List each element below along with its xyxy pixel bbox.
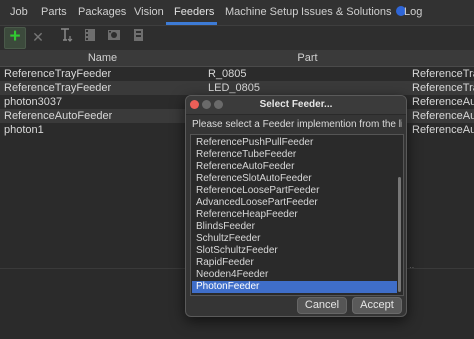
list-item[interactable]: SlotSchultzFeeder [192, 245, 397, 257]
list-item[interactable]: BlindsFeeder [192, 221, 397, 233]
list-item-selected[interactable]: PhotonFeeder [192, 281, 397, 293]
tab-log[interactable]: Log [404, 0, 422, 26]
list-item[interactable]: ReferenceAutoFeeder [192, 161, 397, 173]
camera-feeder-icon [108, 30, 120, 40]
list-item[interactable]: ReferenceHeapFeeder [192, 209, 397, 221]
move-camera-button[interactable] [104, 27, 124, 47]
window-zoom-icon[interactable] [214, 100, 223, 109]
nozzle-pick-icon [61, 28, 73, 42]
active-tab-indicator [166, 22, 217, 25]
list-item[interactable]: ReferenceTubeFeeder [192, 149, 397, 161]
cell-type: ReferenceAutoF [412, 124, 474, 136]
window-close-icon[interactable] [190, 100, 199, 109]
tab-issues-solutions[interactable]: Issues & Solutions [301, 0, 406, 26]
cell-part: R_0805 [208, 68, 247, 80]
split-pane-handle[interactable]: ·· [409, 264, 417, 272]
tab-parts[interactable]: Parts [41, 0, 67, 26]
cell-name: photon1 [4, 124, 44, 136]
tab-bar: Job Parts Packages Vision Feeders Machin… [0, 0, 474, 26]
list-item[interactable]: ReferenceSlotAutoFeeder [192, 173, 397, 185]
column-header-name[interactable]: Name [0, 50, 206, 67]
list-item[interactable]: AdvancedLoosePartFeeder [192, 197, 397, 209]
cell-name: ReferenceAutoFeeder [4, 110, 113, 122]
select-feeder-dialog: Select Feeder... Please select a Feeder … [185, 95, 407, 317]
tab-job[interactable]: Job [10, 0, 28, 26]
feed-button[interactable] [80, 27, 100, 47]
tab-vision[interactable]: Vision [134, 0, 164, 26]
cell-name: photon3037 [4, 96, 63, 108]
plus-icon: + [9, 26, 21, 47]
film-strip-icon [85, 29, 95, 41]
dialog-message: Please select a Feeder implemention from… [192, 119, 402, 130]
cancel-button[interactable]: Cancel [297, 297, 347, 314]
list-item[interactable]: Neoden4Feeder [192, 269, 397, 281]
pick-button[interactable] [56, 27, 76, 47]
cell-name: ReferenceTrayFeeder [4, 68, 112, 80]
cell-name: ReferenceTrayFeeder [4, 82, 112, 94]
cell-type: ReferenceAutoF [412, 110, 474, 122]
list-scrollbar[interactable] [398, 177, 401, 292]
list-item[interactable]: ReferenceLoosePartFeeder [192, 185, 397, 197]
accept-button[interactable]: Accept [352, 297, 402, 314]
cell-type: ReferenceTrayF [412, 82, 474, 94]
list-item[interactable]: RapidFeeder [192, 257, 397, 269]
nozzle-feeder-icon [134, 29, 143, 41]
list-item[interactable]: ReferencePushPullFeeder [192, 137, 397, 149]
close-icon: ✕ [32, 29, 44, 45]
cell-type: ReferenceTrayF [412, 68, 474, 80]
tab-machine-setup[interactable]: Machine Setup [225, 0, 298, 26]
move-tool-button[interactable] [128, 27, 148, 47]
tab-issues-label: Issues & Solutions [301, 6, 392, 18]
table-row[interactable]: ReferenceTrayFeeder R_0805 ReferenceTray… [0, 67, 474, 81]
list-item[interactable]: SchultzFeeder [192, 233, 397, 245]
feeder-type-list[interactable]: ReferencePushPullFeeder ReferenceTubeFee… [190, 134, 404, 296]
column-header-part[interactable]: Part [205, 50, 411, 67]
feeder-toolbar: + ✕ [0, 26, 474, 50]
cell-part: LED_0805 [208, 82, 260, 94]
tab-packages[interactable]: Packages [78, 0, 126, 26]
add-feeder-button[interactable]: + [4, 27, 26, 49]
table-row[interactable]: ReferenceTrayFeeder LED_0805 ReferenceTr… [0, 81, 474, 95]
remove-feeder-button[interactable]: ✕ [28, 27, 48, 47]
window-minimize-icon[interactable] [202, 100, 211, 109]
column-header-type[interactable] [410, 50, 474, 67]
cell-type: ReferenceAutoF [412, 96, 474, 108]
